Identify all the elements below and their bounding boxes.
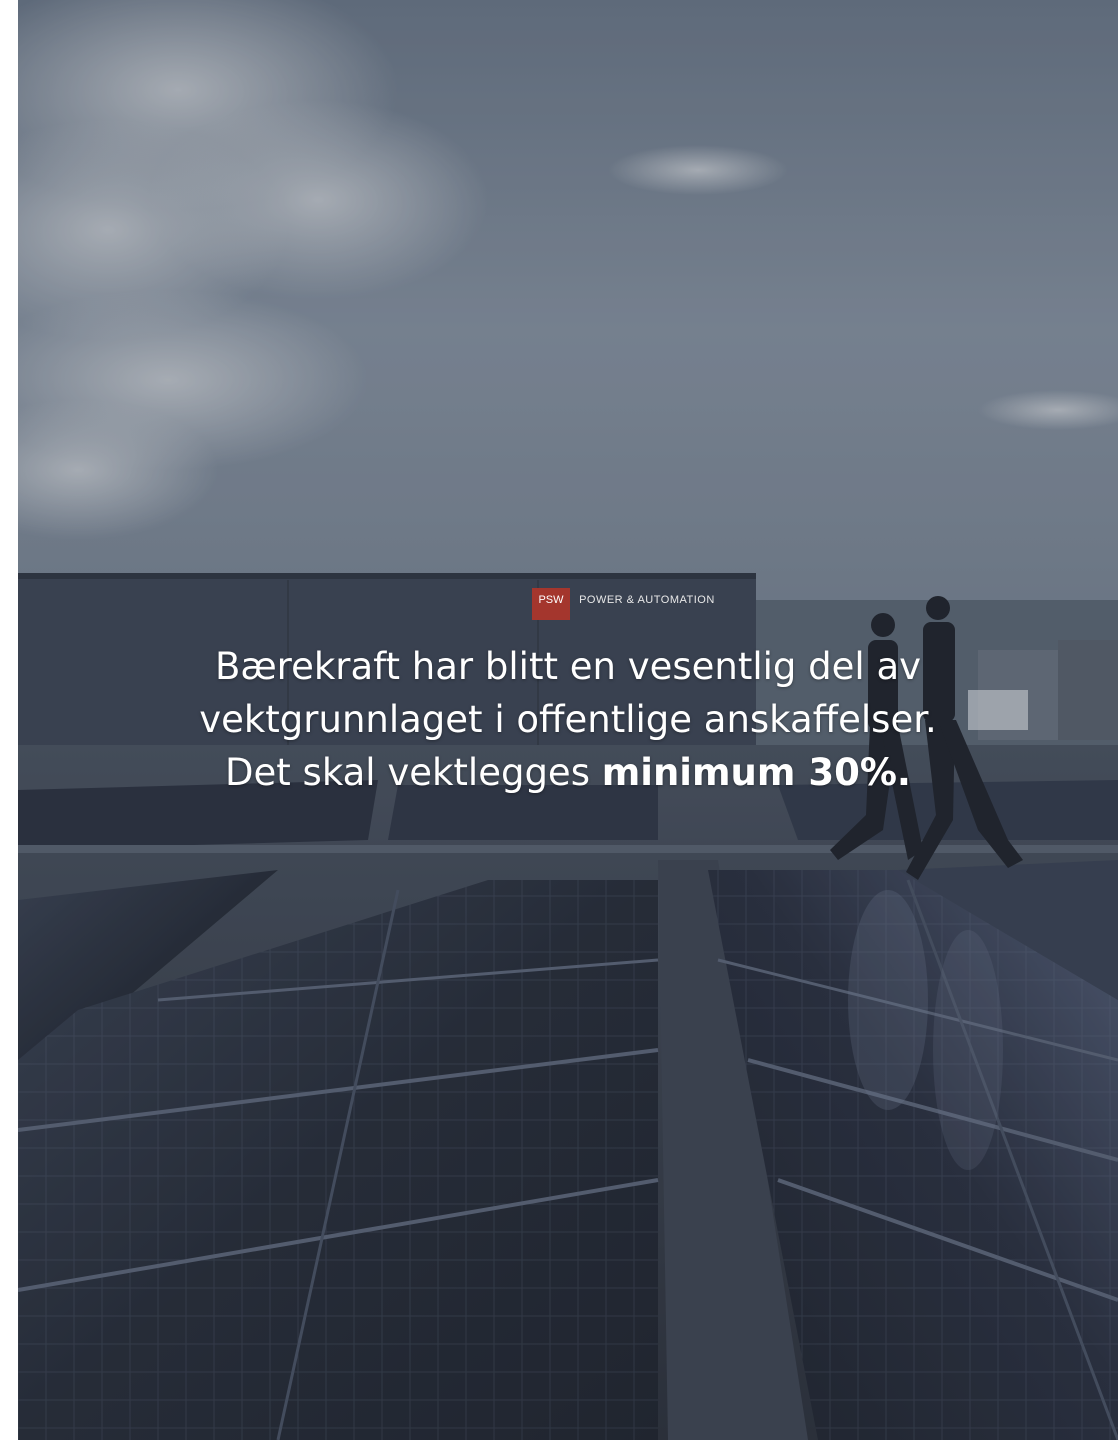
- hero-image: PSW POWER & AUTOMATION Bærekraft har bli…: [18, 0, 1118, 1440]
- caption-highlight: minimum 30%.: [601, 751, 911, 794]
- caption-line-2: vektgrunnlaget i offentlige anskaffelser…: [199, 698, 937, 741]
- sign: PSW POWER & AUTOMATION: [532, 594, 762, 614]
- caption-line-1: Bærekraft har blitt en vesentlig del av: [214, 645, 922, 688]
- sign-brand: PSW: [538, 594, 564, 606]
- caption-text: Bærekraft har blitt en vesentlig del av …: [18, 640, 1118, 799]
- caption-line-3-prefix: Det skal vektlegges: [225, 751, 602, 794]
- sign-tagline: POWER & AUTOMATION: [579, 594, 715, 606]
- caption-line-3: Det skal vektlegges minimum 30%.: [18, 746, 1118, 799]
